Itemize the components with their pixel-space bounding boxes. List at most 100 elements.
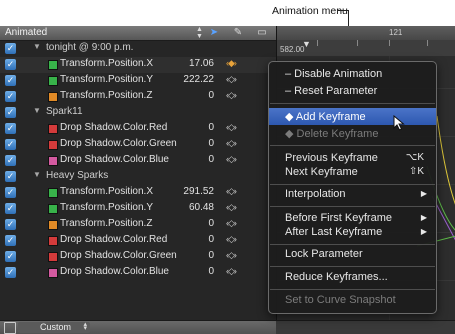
animation-menu: – Disable Animation – Reset Parameter ◆ … [268, 61, 437, 314]
enable-checkbox[interactable]: ✓ [5, 139, 16, 150]
keyframe-nav-icon[interactable]: ‹◇› [226, 234, 237, 245]
enable-checkbox[interactable]: ✓ [5, 155, 16, 166]
show-filter-popup[interactable]: Animated [5, 27, 47, 38]
parameter-value[interactable]: 0 [208, 266, 214, 277]
parameter-value[interactable]: 0 [208, 154, 214, 165]
parameter-value[interactable]: 0 [208, 138, 214, 149]
timeline-ruler[interactable]: 582.00 121 ▼ [276, 26, 455, 56]
group-row-heavy-sparks[interactable]: ✓ ▼ Heavy Sparks [0, 169, 276, 185]
playhead-icon[interactable]: ▼ [302, 40, 311, 49]
enable-checkbox[interactable]: ✓ [5, 187, 16, 198]
parameter-value[interactable]: 0 [208, 218, 214, 229]
keyframe-nav-icon[interactable]: ‹◇› [226, 186, 237, 197]
keyframe-nav-icon[interactable]: ‹◇› [226, 266, 237, 277]
ruler-strip [277, 26, 455, 40]
enable-checkbox[interactable]: ✓ [5, 75, 16, 86]
parameter-name: Transform.Position.Y [60, 74, 153, 85]
menu-separator [270, 289, 435, 290]
keyframe-nav-icon[interactable]: ‹◇› [226, 154, 237, 165]
keyframe-nav-icon[interactable]: ‹◇› [226, 122, 237, 133]
enable-checkbox[interactable]: ✓ [5, 91, 16, 102]
parameter-row-shadow-red[interactable]: ✓ Drop Shadow.Color.Red 0 ‹◇› [0, 121, 276, 137]
disclosure-triangle-icon[interactable]: ▼ [33, 106, 41, 115]
curve-color-swatch [48, 92, 58, 102]
ruler-tick [317, 40, 318, 46]
disclosure-triangle-icon[interactable]: ▼ [33, 170, 41, 179]
menu-item-after-last-keyframe[interactable]: After Last Keyframe ▶ [269, 224, 436, 241]
parameter-value[interactable]: 0 [208, 90, 214, 101]
parameter-name: Transform.Position.Z [60, 218, 153, 229]
arrow-tool-icon[interactable]: ➤ [206, 26, 222, 40]
curve-color-swatch [48, 252, 58, 262]
keyframe-nav-icon[interactable]: ‹◇› [226, 90, 237, 101]
enable-checkbox[interactable]: ✓ [5, 251, 16, 262]
enable-checkbox[interactable]: ✓ [5, 123, 16, 134]
group-row-spark11[interactable]: ✓ ▼ Spark11 [0, 105, 276, 121]
parameter-row-position-y[interactable]: ✓ Transform.Position.Y 222.22 ‹◇› [0, 73, 276, 89]
previous-keyframe-shortcut: ⌥K [405, 152, 424, 163]
menu-separator [270, 184, 435, 185]
curve-set-popup[interactable]: Custom ▴ ▾ [18, 321, 90, 333]
parameter-row-shadow-blue[interactable]: ✓ Drop Shadow.Color.Blue 0 ‹◇› [0, 265, 276, 281]
parameter-row-position-z[interactable]: ✓ Transform.Position.Z 0 ‹◇› [0, 89, 276, 105]
parameter-row-position-z[interactable]: ✓ Transform.Position.Z 0 ‹◇› [0, 217, 276, 233]
parameter-row-position-y[interactable]: ✓ Transform.Position.Y 60.48 ‹◇› [0, 201, 276, 217]
parameter-row-shadow-blue[interactable]: ✓ Drop Shadow.Color.Blue 0 ‹◇› [0, 153, 276, 169]
parameter-value[interactable]: 60.48 [189, 202, 214, 213]
parameter-value[interactable]: 0 [208, 250, 214, 261]
parameter-value[interactable]: 17.06 [189, 58, 214, 69]
menu-item-lock-parameter[interactable]: Lock Parameter [269, 246, 436, 263]
menu-item-interpolation[interactable]: Interpolation ▶ [269, 186, 436, 203]
keyframe-nav-icon[interactable]: ‹◆› [226, 58, 237, 69]
disclosure-triangle-icon[interactable]: ▼ [33, 42, 41, 51]
keyframe-nav-icon[interactable]: ‹◇› [226, 218, 237, 229]
group-row-tonight[interactable]: ✓ ▼ tonight @ 9:00 p.m. [0, 41, 276, 57]
parameter-name: Drop Shadow.Color.Blue [60, 266, 169, 277]
parameter-name: Transform.Position.Y [60, 202, 153, 213]
enable-checkbox[interactable]: ✓ [5, 171, 16, 182]
keyframe-nav-icon[interactable]: ‹◇› [226, 74, 237, 85]
enable-checkbox[interactable]: ✓ [5, 219, 16, 230]
menu-item-add-keyframe[interactable]: ◆ Add Keyframe [269, 108, 436, 125]
curve-color-swatch [48, 188, 58, 198]
parameter-value[interactable]: 291.52 [183, 186, 214, 197]
frame-view-icon[interactable]: ▭ [254, 26, 270, 40]
menu-item-set-to-curve-snapshot[interactable]: Set to Curve Snapshot [269, 292, 436, 309]
parameter-row-shadow-green[interactable]: ✓ Drop Shadow.Color.Green 0 ‹◇› [0, 249, 276, 265]
parameter-row-position-x[interactable]: ✓ Transform.Position.X 291.52 ‹◇› [0, 185, 276, 201]
menu-item-delete-keyframe[interactable]: ◆ Delete Keyframe [269, 125, 436, 142]
filter-popup-arrows-icon[interactable]: ▲ ▼ [196, 26, 203, 40]
curve-color-swatch [48, 236, 58, 246]
next-keyframe-shortcut: ⇧K [408, 166, 424, 177]
menu-item-reset-parameter[interactable]: – Reset Parameter [269, 83, 436, 100]
parameter-row-shadow-green[interactable]: ✓ Drop Shadow.Color.Green 0 ‹◇› [0, 137, 276, 153]
curve-color-swatch [48, 268, 58, 278]
parameter-name: Transform.Position.X [60, 58, 153, 69]
enable-checkbox[interactable]: ✓ [5, 267, 16, 278]
pen-tool-icon[interactable]: ✎ [230, 26, 246, 40]
enable-checkbox[interactable]: ✓ [5, 235, 16, 246]
parameter-name: Drop Shadow.Color.Red [60, 122, 168, 133]
menu-separator [270, 103, 435, 104]
menu-item-disable-animation[interactable]: – Disable Animation [269, 66, 436, 83]
keyframe-nav-icon[interactable]: ‹◇› [226, 138, 237, 149]
enable-checkbox[interactable]: ✓ [5, 203, 16, 214]
submenu-arrow-icon: ▶ [420, 189, 427, 198]
enable-checkbox[interactable]: ✓ [5, 107, 16, 118]
enable-checkbox[interactable]: ✓ [5, 43, 16, 54]
keyframe-nav-icon[interactable]: ‹◇› [226, 250, 237, 261]
enable-checkbox[interactable]: ✓ [5, 59, 16, 70]
parameter-name: Drop Shadow.Color.Green [60, 138, 177, 149]
parameter-row-position-x[interactable]: ✓ Transform.Position.X 17.06 ‹◆› [0, 57, 276, 73]
keyframe-nav-icon[interactable]: ‹◇› [226, 202, 237, 213]
parameter-row-shadow-red[interactable]: ✓ Drop Shadow.Color.Red 0 ‹◇› [0, 233, 276, 249]
curve-set-label: Custom [40, 322, 72, 332]
parameter-value[interactable]: 222.22 [183, 74, 214, 85]
parameter-value[interactable]: 0 [208, 122, 214, 133]
menu-item-reduce-keyframes[interactable]: Reduce Keyframes... [269, 269, 436, 286]
parameter-value[interactable]: 0 [208, 234, 214, 245]
mouse-pointer-icon [393, 115, 405, 131]
menu-item-next-keyframe[interactable]: Next Keyframe ⇧K [269, 164, 436, 181]
parameter-name: Drop Shadow.Color.Blue [60, 154, 169, 165]
curve-set-icon[interactable] [4, 322, 16, 334]
